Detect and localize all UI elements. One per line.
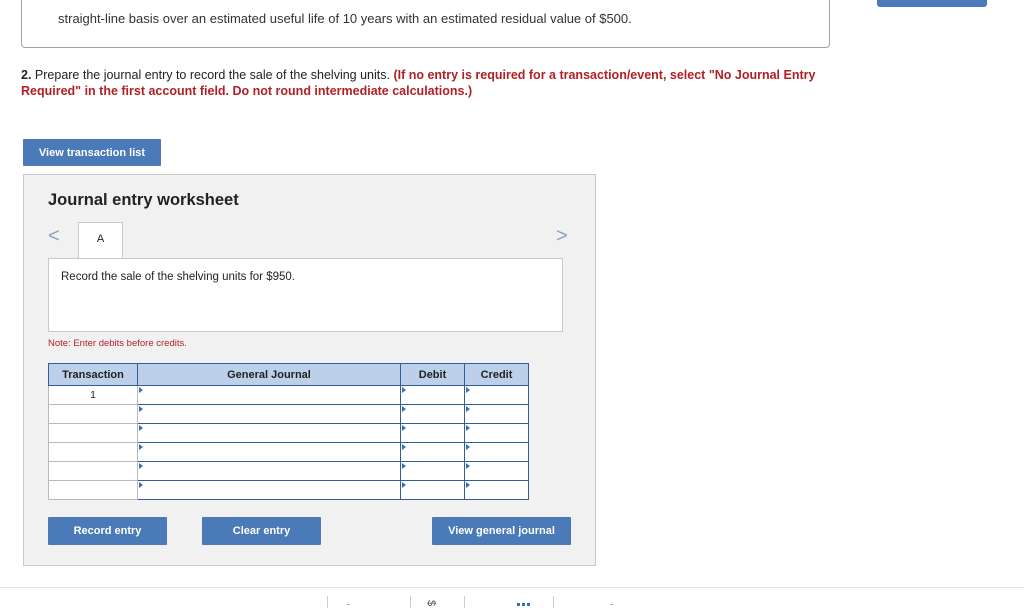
input-marker-icon [402, 463, 406, 469]
transaction-cell [48, 442, 138, 462]
chevron-right-icon[interactable]: > [556, 226, 568, 246]
dropdown-marker-icon [139, 387, 143, 393]
transaction-cell [48, 461, 138, 481]
credit-input[interactable] [464, 461, 529, 481]
input-marker-icon [466, 482, 470, 488]
account-select[interactable] [137, 385, 401, 405]
credit-input[interactable] [464, 404, 529, 424]
toolbar-divider [327, 596, 328, 608]
account-select[interactable] [137, 480, 401, 500]
transaction-cell [48, 423, 138, 443]
dropdown-marker-icon [139, 463, 143, 469]
table-row [48, 404, 529, 424]
header-credit: Credit [464, 363, 529, 386]
debit-input[interactable] [400, 480, 465, 500]
dropdown-marker-icon [139, 425, 143, 431]
toolbar-dot [347, 604, 350, 605]
input-marker-icon [466, 406, 470, 412]
account-select[interactable] [137, 442, 401, 462]
input-marker-icon [466, 387, 470, 393]
toolbar-divider [464, 596, 465, 608]
debit-input[interactable] [400, 461, 465, 481]
question: 2. Prepare the journal entry to record t… [21, 67, 841, 99]
credit-input[interactable] [464, 385, 529, 405]
transaction-cell [48, 404, 138, 424]
dropdown-marker-icon [139, 406, 143, 412]
header-general-journal: General Journal [137, 363, 401, 386]
bottom-toolbar: $ [327, 596, 637, 608]
credit-input[interactable] [464, 442, 529, 462]
debit-input[interactable] [400, 404, 465, 424]
table-row [48, 442, 529, 462]
account-select[interactable] [137, 461, 401, 481]
question-text: Prepare the journal entry to record the … [31, 68, 394, 82]
calculator-icon[interactable] [517, 603, 531, 606]
debit-input[interactable] [400, 442, 465, 462]
header-transaction: Transaction [48, 363, 138, 386]
table-row [48, 461, 529, 481]
view-general-journal-button[interactable]: View general journal [432, 517, 571, 545]
input-marker-icon [402, 425, 406, 431]
input-marker-icon [402, 387, 406, 393]
input-marker-icon [466, 444, 470, 450]
chevron-left-icon[interactable]: < [48, 226, 60, 246]
input-marker-icon [466, 425, 470, 431]
bottom-divider [0, 587, 1024, 588]
tab-a[interactable]: A [78, 222, 123, 259]
dropdown-marker-icon [139, 444, 143, 450]
account-select[interactable] [137, 404, 401, 424]
transaction-cell [48, 480, 138, 500]
credit-input[interactable] [464, 423, 529, 443]
view-transaction-list-button[interactable]: View transaction list [23, 139, 161, 166]
input-marker-icon [466, 463, 470, 469]
question-number: 2. [21, 68, 32, 82]
account-select[interactable] [137, 423, 401, 443]
dollar-icon[interactable]: $ [425, 600, 437, 606]
toolbar-dot [610, 604, 613, 605]
table-row: 1 [48, 385, 529, 405]
debits-note: Note: Enter debits before credits. [48, 338, 187, 349]
input-marker-icon [402, 482, 406, 488]
top-right-button[interactable] [877, 0, 987, 7]
dropdown-marker-icon [139, 482, 143, 488]
transaction-description: Record the sale of the shelving units fo… [61, 271, 295, 283]
clear-entry-button[interactable]: Clear entry [202, 517, 321, 545]
input-marker-icon [402, 444, 406, 450]
transaction-description-box [48, 258, 563, 332]
journal-table: Transaction General Journal Debit Credit… [48, 363, 529, 500]
credit-input[interactable] [464, 480, 529, 500]
record-entry-button[interactable]: Record entry [48, 517, 167, 545]
toolbar-divider [553, 596, 554, 608]
context-text: straight-line basis over an estimated us… [58, 11, 632, 26]
debit-input[interactable] [400, 385, 465, 405]
tab-label: A [96, 233, 105, 245]
table-row [48, 423, 529, 443]
toolbar-divider [410, 596, 411, 608]
table-row [48, 480, 529, 500]
debit-input[interactable] [400, 423, 465, 443]
input-marker-icon [402, 406, 406, 412]
header-debit: Debit [400, 363, 465, 386]
worksheet-title: Journal entry worksheet [48, 191, 239, 209]
transaction-cell: 1 [48, 385, 138, 405]
